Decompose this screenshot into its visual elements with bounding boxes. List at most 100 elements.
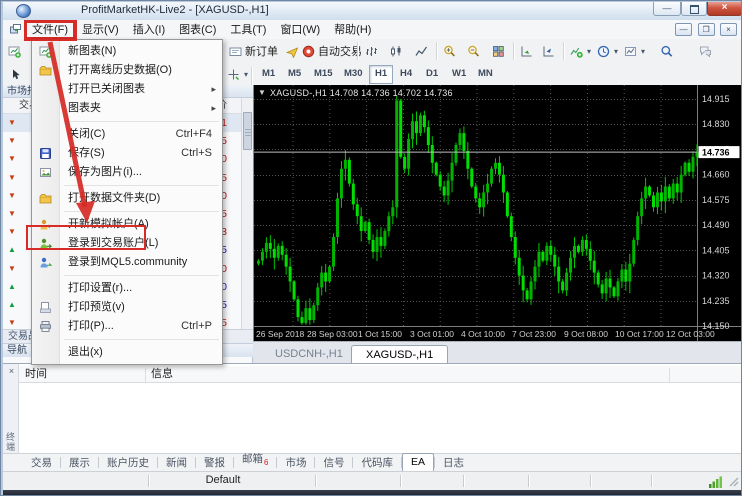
scrollbar-thumb[interactable] — [243, 112, 252, 150]
close-button[interactable]: × — [707, 2, 742, 16]
chart-system-menu-icon[interactable] — [9, 23, 22, 36]
menu-item-help[interactable]: 帮助(H) — [327, 21, 378, 39]
maximize-button[interactable] — [681, 2, 707, 16]
terminal-tab-signals[interactable]: 信号 — [315, 455, 352, 471]
terminal-tab-trade[interactable]: 交易 — [23, 455, 60, 471]
child-close-button[interactable]: × — [720, 23, 737, 36]
menu-item-insert[interactable]: 插入(I) — [126, 21, 172, 39]
candlestick-button[interactable] — [388, 42, 405, 60]
file-menu-item-open-offline[interactable]: 打开离线历史数据(O) — [32, 61, 222, 80]
child-minimize-button[interactable]: — — [675, 23, 692, 36]
send-icon — [286, 45, 299, 58]
line-chart-button[interactable] — [413, 42, 430, 60]
terminal-tab-news[interactable]: 新闻 — [158, 455, 195, 471]
timeframe-m15[interactable]: M15 — [309, 65, 337, 82]
terminal-tab-alerts[interactable]: 警报 — [196, 455, 233, 471]
timeframe-h4[interactable]: H4 — [395, 65, 417, 82]
terminal-tab-experts[interactable]: EA — [402, 453, 434, 471]
menu-item-window[interactable]: 窗口(W) — [273, 21, 327, 39]
new-order-button[interactable]: 新订单 — [227, 42, 280, 60]
file-menu-item-open-deleted[interactable]: 打开已关闭图表▸ — [32, 80, 222, 99]
terminal-column-time[interactable]: 时间 — [25, 366, 47, 382]
timeframe-h1[interactable]: H1 — [369, 65, 393, 84]
file-menu-item-login-trade-account[interactable]: 登录到交易账户(L) — [32, 234, 222, 253]
bar-chart-button[interactable] — [363, 42, 380, 60]
tile-windows-button[interactable] — [490, 42, 507, 60]
terminal-tab-market[interactable]: 市场 — [277, 455, 314, 471]
terminal-tab-exposure[interactable]: 展示 — [61, 455, 98, 471]
price-axis-label: 14.320 — [702, 271, 730, 281]
autotrade-button-label: 自动交易 — [318, 43, 362, 59]
chart-tab-xagusd[interactable]: XAGUSD-,H1 — [351, 345, 448, 364]
file-menu-item-new-chart[interactable]: 新图表(N) — [32, 42, 222, 61]
chat-button[interactable] — [697, 42, 714, 60]
terminal-column-message[interactable]: 信息 — [151, 366, 173, 382]
menu-item-file[interactable]: 文件(F) — [25, 21, 75, 39]
file-menu-item-print[interactable]: 打印(P)...Ctrl+P — [32, 317, 222, 336]
menu-item-view[interactable]: 显示(V) — [75, 21, 126, 39]
terminal-tab-bar: 交易展示账户历史新闻警报邮箱6市场信号代码库EA日志 — [3, 453, 741, 471]
market-watch-scrollbar[interactable] — [241, 98, 253, 342]
templates-button[interactable]: ▾ — [622, 42, 647, 60]
timeframe-d1[interactable]: D1 — [421, 65, 443, 82]
draw-tools-button[interactable]: ▾ — [225, 65, 250, 83]
chart-tab-usdcnh[interactable]: USDCNH-,H1 — [261, 345, 357, 363]
indicators-button[interactable]: ▾ — [568, 42, 593, 60]
search-button[interactable] — [658, 42, 675, 60]
menu-item-charts[interactable]: 图表(C) — [172, 21, 223, 39]
zoom-in-button[interactable] — [441, 42, 458, 60]
terminal-tab-label: 新闻 — [166, 457, 187, 469]
file-menu-item-close[interactable]: 关闭(C)Ctrl+F4 — [32, 125, 222, 144]
autotrade-button[interactable]: 自动交易 — [300, 42, 364, 60]
connection-status-icon — [709, 475, 722, 488]
mail-badge: 6 — [264, 458, 268, 467]
terminal-tab-journal[interactable]: 日志 — [435, 455, 472, 471]
print-preview-icon — [39, 301, 52, 314]
title-bar[interactable]: ProfitMarketHK-Live2 - [XAGUSD-,H1] — × — [3, 2, 741, 21]
column-divider[interactable] — [145, 368, 146, 382]
chart-window[interactable]: 14.91514.83014.74514.66014.57514.49014.4… — [253, 85, 741, 341]
file-menu-item-open-data-folder[interactable]: 打开数据文件夹(D) — [32, 189, 222, 208]
toolbar-separator — [563, 42, 564, 60]
cursor-icon — [9, 68, 22, 81]
scale-up-button[interactable] — [518, 42, 535, 60]
time-axis-label: 1 Oct 15:00 — [358, 329, 402, 339]
chat-icon — [699, 45, 712, 58]
cross-tool-icon — [227, 68, 240, 81]
price-chart[interactable]: 14.91514.83014.74514.66014.57514.49014.4… — [254, 85, 741, 341]
zoom-out-button[interactable] — [465, 42, 482, 60]
file-menu-item-login-mql5[interactable]: 登录到MQL5.community — [32, 253, 222, 272]
timeframe-m30[interactable]: M30 — [339, 65, 367, 82]
timeframe-mn[interactable]: MN — [473, 65, 498, 82]
column-divider[interactable] — [669, 368, 670, 382]
timeframe-m5[interactable]: M5 — [283, 65, 306, 82]
send-button[interactable] — [284, 42, 301, 60]
resize-grip[interactable] — [727, 475, 740, 488]
file-menu-item-open-demo-account[interactable]: 开新模拟帐户(A) — [32, 215, 222, 234]
file-menu-item-save-picture[interactable]: 保存为图片(i)... — [32, 163, 222, 182]
file-menu-item-save[interactable]: 保存(S)Ctrl+S — [32, 144, 222, 163]
terminal-tab-account-history[interactable]: 账户历史 — [99, 455, 157, 471]
app-icon — [16, 4, 31, 18]
terminal-tab-mailbox[interactable]: 邮箱6 — [234, 451, 276, 471]
terminal-close-button[interactable]: × — [6, 366, 17, 377]
child-restore-button[interactable]: ❐ — [698, 23, 715, 36]
minimize-button[interactable]: — — [653, 2, 681, 16]
menu-item-tools[interactable]: 工具(T) — [223, 21, 273, 39]
terminal-tab-code-base[interactable]: 代码库 — [353, 455, 401, 471]
price-axis-label: 14.405 — [702, 245, 730, 255]
new-chart-button[interactable] — [6, 42, 23, 60]
timeframe-w1[interactable]: W1 — [447, 65, 471, 82]
menu-shortcut: Ctrl+F4 — [176, 125, 212, 144]
file-menu-item-print-preview[interactable]: 打印预览(v) — [32, 298, 222, 317]
printer-icon — [39, 320, 52, 333]
scale-down-button[interactable] — [540, 42, 557, 60]
periods-button[interactable]: ▾ — [595, 42, 620, 60]
status-profile-default[interactable]: Default — [148, 474, 298, 486]
file-menu-item-print-setup[interactable]: 打印设置(r)... — [32, 279, 222, 298]
cursor-button[interactable] — [7, 65, 24, 83]
file-menu-item-profiles[interactable]: 图表夹▸ — [32, 99, 222, 118]
file-menu-item-exit[interactable]: 退出(x) — [32, 343, 222, 362]
timeframe-m1[interactable]: M1 — [257, 65, 280, 82]
scale-up-icon — [520, 45, 533, 58]
